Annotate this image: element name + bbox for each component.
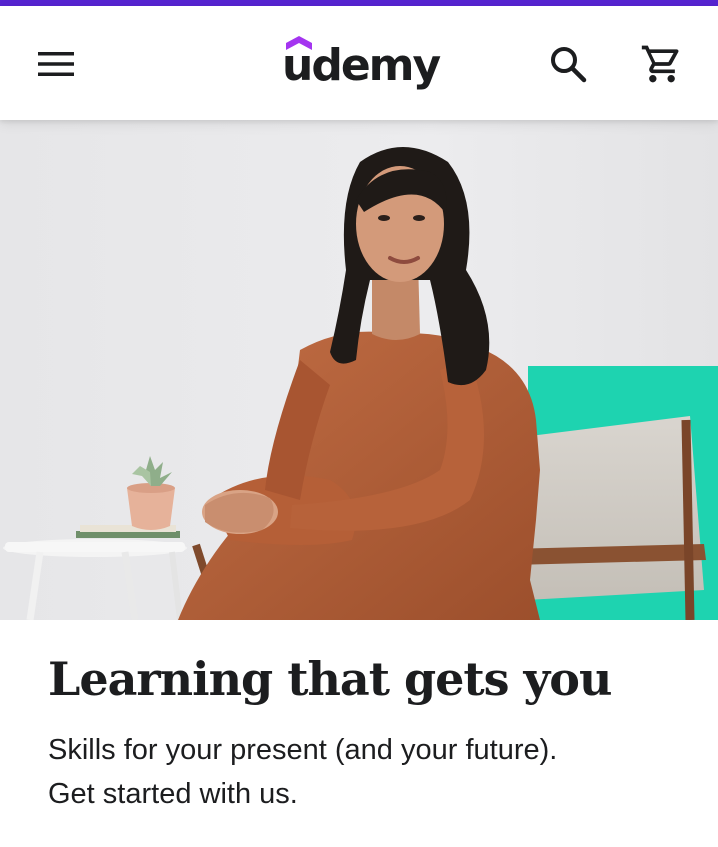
shopping-cart-icon (641, 45, 679, 83)
menu-button[interactable] (24, 36, 88, 92)
cart-button[interactable] (630, 36, 694, 92)
hamburger-menu-icon (38, 52, 74, 76)
search-icon (551, 47, 587, 83)
hero-text-block: Learning that gets you Skills for your p… (48, 648, 688, 816)
page-subheadline: Skills for your present (and your future… (48, 728, 688, 816)
search-button[interactable] (538, 36, 598, 92)
logo-text: udemy (282, 40, 441, 91)
hero-photo (0, 120, 718, 620)
subheadline-line-2: Get started with us. (48, 778, 298, 810)
hero-banner (0, 120, 718, 620)
subheadline-line-1: Skills for your present (and your future… (48, 734, 558, 766)
udemy-logo[interactable]: udemy (282, 34, 442, 98)
page-headline: Learning that gets you (48, 652, 612, 706)
top-navigation-bar: udemy (0, 6, 718, 120)
